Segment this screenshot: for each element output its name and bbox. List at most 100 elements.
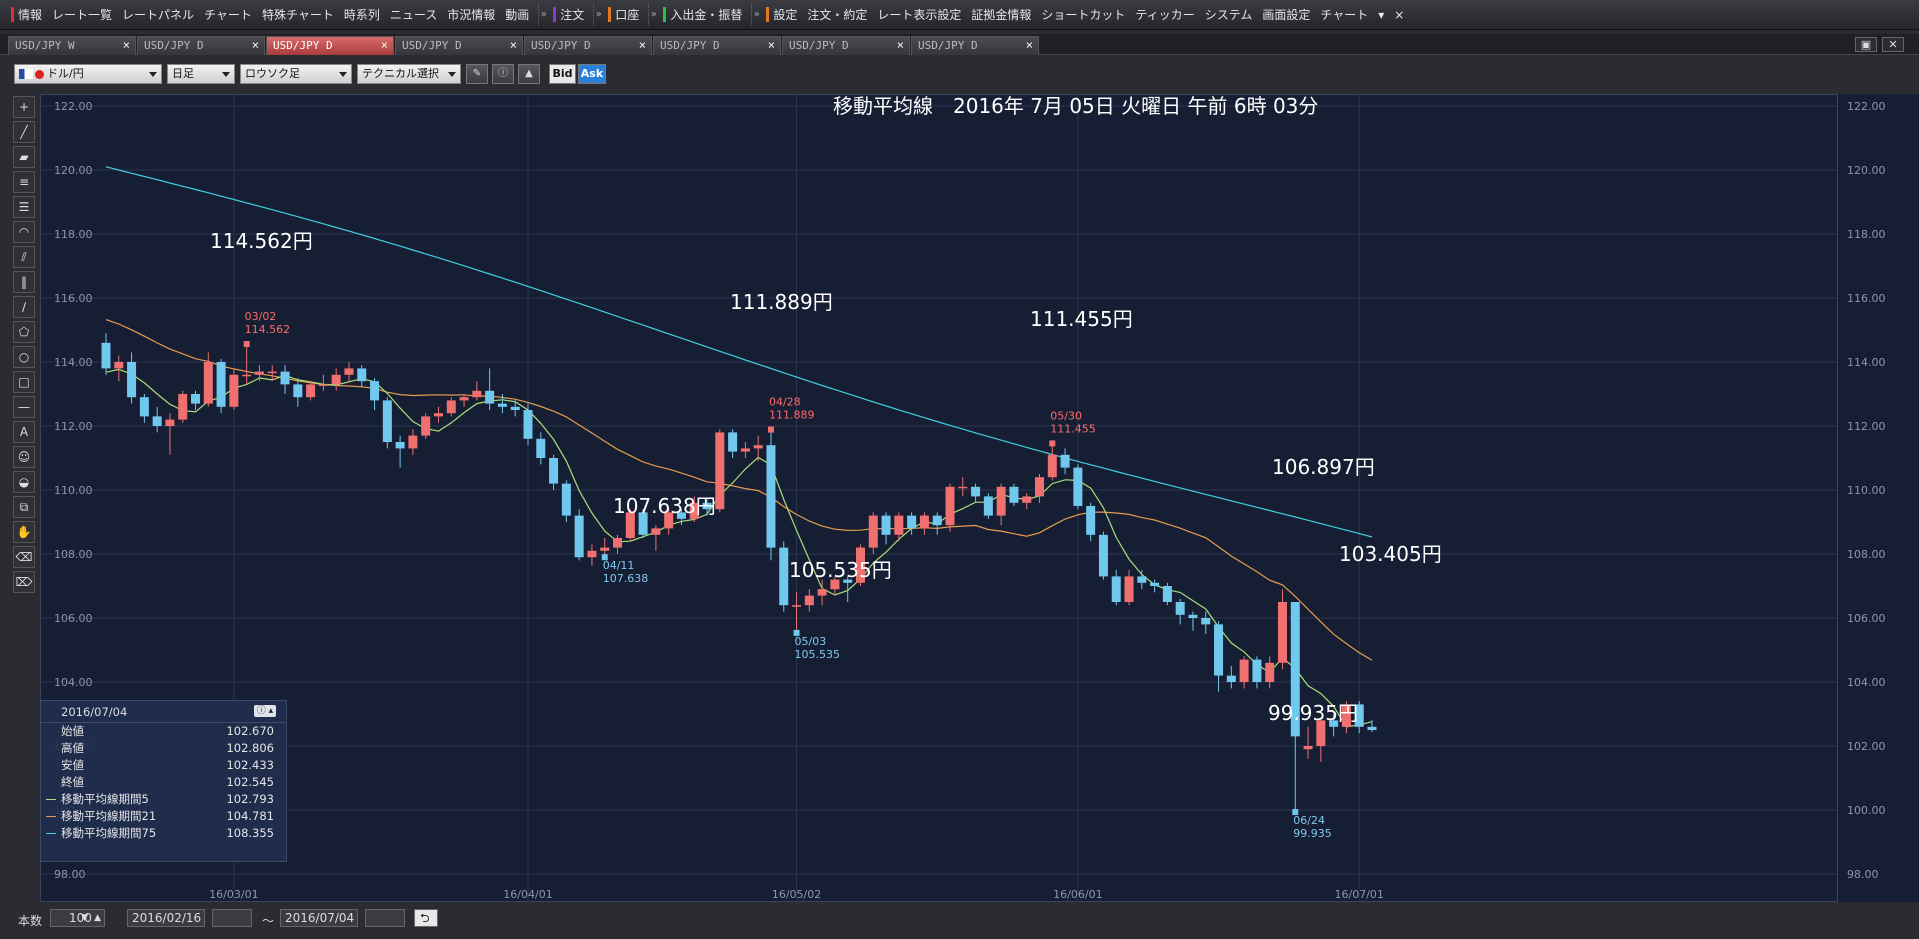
info-collapse-icon[interactable]: ⓘ ▴: [254, 705, 276, 717]
maximize-button[interactable]: ▣: [1855, 37, 1877, 52]
menu-item-13[interactable]: 注文・約定: [802, 4, 872, 26]
callout-date: 04/11: [603, 559, 635, 572]
menu-item-label: 設定: [773, 8, 798, 22]
menu-item-16[interactable]: ショートカット: [1036, 4, 1130, 26]
candle-body: [191, 394, 201, 404]
magnet-icon[interactable]: ◒: [13, 471, 35, 493]
tab-close-icon[interactable]: ×: [1026, 37, 1033, 54]
close-window-button[interactable]: ✕: [1882, 37, 1904, 52]
fan-icon[interactable]: ⫽: [13, 246, 35, 268]
from-time-field[interactable]: [212, 909, 252, 927]
tab-close-icon[interactable]: ×: [639, 37, 646, 54]
menu-item-19[interactable]: 画面設定: [1257, 4, 1315, 26]
menu-item-4[interactable]: 特殊チャート: [257, 4, 339, 26]
bid-button[interactable]: Bid: [549, 64, 576, 84]
x-tick-label: 16/04/01: [503, 888, 552, 901]
candle-body: [549, 458, 559, 484]
mountain-chart-icon[interactable]: ▲: [518, 64, 540, 84]
from-date-field[interactable]: 2016/02/16: [127, 909, 205, 927]
eraser-icon[interactable]: ⌫: [13, 546, 35, 568]
menu-item-6[interactable]: ニュース: [385, 4, 442, 26]
chart-area[interactable]: 122.00 122.00 120.00 120.00 118.00 118.00 116.…: [40, 94, 1919, 902]
price-callout: 114.562円: [210, 229, 313, 253]
menu-item-8[interactable]: 動画: [500, 4, 534, 26]
hand-icon[interactable]: ✋: [13, 521, 35, 543]
menu-item-5[interactable]: 時系列: [339, 4, 385, 26]
horizontal-lines-icon[interactable]: ≡: [13, 171, 35, 193]
text-icon[interactable]: A: [13, 421, 35, 443]
menu-item-20[interactable]: チャート: [1315, 4, 1373, 26]
ask-button[interactable]: Ask: [578, 64, 606, 84]
menu-item-12[interactable]: 設定: [761, 4, 802, 26]
candle-body: [318, 384, 328, 386]
to-date-field[interactable]: 2016/07/04: [280, 909, 358, 927]
chart-tab[interactable]: USD/JPY D ×: [524, 36, 652, 55]
tab-close-icon[interactable]: ×: [897, 37, 904, 54]
menu-item-10[interactable]: 口座: [603, 4, 644, 26]
pencil-icon[interactable]: ✎: [466, 64, 488, 84]
menu-item-18[interactable]: システム: [1200, 4, 1258, 26]
chart-tab[interactable]: USD/JPY D ×: [137, 36, 265, 55]
menu-item-15[interactable]: 証拠金情報: [966, 4, 1036, 26]
chart-tab[interactable]: USD/JPY D ×: [395, 36, 523, 55]
menu-item-label: チャート: [1320, 8, 1369, 22]
technical-select[interactable]: テクニカル選択: [357, 64, 461, 84]
candlestick-chart[interactable]: 122.00 122.00 120.00 120.00 118.00 118.00 116.…: [40, 94, 1919, 902]
eraser-all-icon[interactable]: ⌦: [13, 571, 35, 593]
menu-item-2[interactable]: レートパネル: [117, 4, 199, 26]
circle-icon[interactable]: ○: [13, 346, 35, 368]
fibonacci-icon[interactable]: ☰: [13, 196, 35, 218]
emoji-icon[interactable]: ☺: [13, 446, 35, 468]
menu-item-11[interactable]: 入出金・振替: [658, 4, 747, 26]
chart-tab[interactable]: USD/JPY W ×: [8, 36, 136, 55]
tab-close-icon[interactable]: ×: [123, 37, 130, 54]
menu-item-17[interactable]: ティッカー: [1130, 4, 1199, 26]
vertical-lines-icon[interactable]: ‖: [13, 271, 35, 293]
callout-value: 105.535: [795, 648, 841, 661]
menu-more-icon[interactable]: ▾: [1373, 4, 1389, 26]
pentagon-icon[interactable]: ⬠: [13, 321, 35, 343]
tab-close-icon[interactable]: ×: [768, 37, 775, 54]
menu-close-icon[interactable]: ×: [1389, 4, 1409, 26]
menu-item-3[interactable]: チャート: [199, 4, 257, 26]
tab-close-icon[interactable]: ×: [252, 37, 259, 54]
crosshair-icon[interactable]: +: [13, 96, 35, 118]
trendline-icon[interactable]: ╱: [13, 121, 35, 143]
arc-icon[interactable]: ◠: [13, 221, 35, 243]
candle-body: [728, 432, 738, 452]
currency-pair-select[interactable]: ドル/円: [14, 64, 162, 84]
hline-icon[interactable]: —: [13, 396, 35, 418]
tab-close-icon[interactable]: ×: [510, 37, 517, 54]
menu-item-9[interactable]: 注文: [548, 4, 589, 26]
menu-item-1[interactable]: レート一覧: [47, 4, 117, 26]
to-time-field[interactable]: [365, 909, 405, 927]
ruler-icon[interactable]: ▰: [13, 146, 35, 168]
candle-body: [740, 448, 750, 452]
tab-close-icon[interactable]: ×: [381, 37, 388, 54]
currency-pair-label: ドル/円: [47, 67, 84, 80]
callout-date: 04/28: [769, 396, 801, 409]
x-tick-label: 16/06/01: [1053, 888, 1102, 901]
chart-background: [40, 94, 1919, 902]
channel-icon[interactable]: ∕: [13, 296, 35, 318]
chart-tab[interactable]: USD/JPY D ×: [653, 36, 781, 55]
chart-tab[interactable]: USD/JPY D ×: [266, 36, 394, 55]
menu-item-14[interactable]: レート表示設定: [872, 4, 966, 26]
menu-item-7[interactable]: 市況情報: [442, 4, 500, 26]
rectangle-icon[interactable]: □: [13, 371, 35, 393]
count-select[interactable]: 100 ▼ ▲: [50, 909, 105, 927]
chart-tab[interactable]: USD/JPY D ×: [911, 36, 1039, 55]
chart-type-select[interactable]: ロウソク足: [240, 64, 352, 84]
chart-tab[interactable]: USD/JPY D ×: [782, 36, 910, 55]
candle-body: [932, 515, 942, 526]
refresh-button[interactable]: ⮌: [414, 909, 438, 927]
candle-body: [1022, 496, 1032, 503]
copy-icon[interactable]: ⧉: [13, 496, 35, 518]
menu-item-0[interactable]: 情報: [6, 4, 47, 26]
candle-body: [1239, 659, 1249, 682]
menu-color-bar: [766, 7, 770, 22]
info-icon[interactable]: ⓘ: [492, 64, 514, 84]
candle-body: [510, 406, 520, 410]
x-tick-label: 16/05/02: [772, 888, 821, 901]
period-select[interactable]: 日足: [167, 64, 235, 84]
